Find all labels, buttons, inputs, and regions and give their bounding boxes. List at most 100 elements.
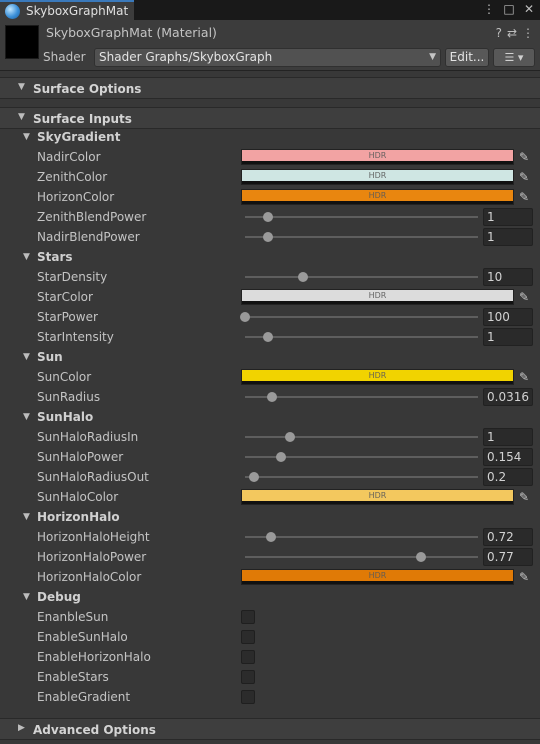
more-icon[interactable]: ⋮ [482, 2, 496, 17]
color-field[interactable]: HDR [241, 489, 514, 505]
property-label: SunHaloRadiusOut [37, 470, 149, 484]
property-label: StarPower [37, 310, 98, 324]
property-label: StarIntensity [37, 330, 114, 344]
alpha-bar [242, 501, 513, 504]
slider-track[interactable] [245, 216, 478, 218]
slider-handle[interactable] [263, 332, 274, 342]
list-menu-button[interactable]: ☰ ▾ [493, 48, 535, 67]
category-horizonhalo[interactable]: ▼ HorizonHalo [0, 507, 540, 527]
value-field[interactable]: 0.72 [483, 528, 533, 546]
eyedropper-icon[interactable]: ✎ [516, 189, 532, 205]
value-field[interactable]: 0.77 [483, 548, 533, 566]
category-sunhalo[interactable]: ▼ SunHalo [0, 407, 540, 427]
property-row-horizon-halo-color: HorizonHaloColor HDR ✎ [0, 567, 540, 587]
slider-handle[interactable] [249, 472, 260, 482]
slider-handle[interactable] [285, 432, 296, 442]
value-field[interactable]: 10 [483, 268, 533, 286]
slider-handle[interactable] [298, 272, 309, 282]
material-sphere-icon [5, 3, 20, 19]
slider-track[interactable] [245, 536, 478, 538]
inspector-tab[interactable]: SkyboxGraphMat [0, 0, 134, 20]
eyedropper-icon[interactable]: ✎ [516, 289, 532, 305]
more-icon[interactable]: ⋮ [522, 26, 534, 40]
help-icon[interactable]: ? [496, 26, 502, 40]
preset-icon[interactable]: ⇄ [507, 26, 517, 40]
maximize-icon[interactable]: □ [502, 2, 516, 17]
slider-handle[interactable] [263, 212, 274, 222]
toggle-checkbox[interactable] [241, 650, 255, 664]
category-stars[interactable]: ▼ Stars [0, 247, 540, 267]
color-field[interactable]: HDR [241, 189, 514, 205]
property-label: StarColor [37, 290, 93, 304]
slider-handle[interactable] [240, 312, 250, 322]
foldout-label: Advanced Options [33, 723, 156, 737]
slider-handle[interactable] [263, 232, 274, 242]
slider-handle[interactable] [265, 532, 276, 542]
value-field[interactable]: 0.2 [483, 468, 533, 486]
slider-track[interactable] [245, 476, 478, 478]
slider-handle[interactable] [266, 392, 277, 402]
toggle-checkbox[interactable] [241, 690, 255, 704]
value-field[interactable]: 1 [483, 328, 533, 346]
color-field[interactable]: HDR [241, 369, 514, 385]
value-field[interactable]: 100 [483, 308, 533, 326]
eyedropper-icon[interactable]: ✎ [516, 369, 532, 385]
foldout-collapsed-icon: ▶ [18, 723, 25, 733]
category-skygradient[interactable]: ▼ SkyGradient [0, 127, 540, 147]
category-debug[interactable]: ▼ Debug [0, 587, 540, 607]
category-label: SkyGradient [37, 130, 121, 144]
property-label: HorizonColor [37, 190, 115, 204]
property-row-star-color: StarColor HDR ✎ [0, 287, 540, 307]
slider-handle[interactable] [276, 452, 287, 462]
foldout-expanded-icon: ▼ [23, 252, 30, 262]
foldout-advanced-options[interactable]: ▶ Advanced Options [0, 718, 540, 740]
property-label: HorizonHaloColor [37, 570, 142, 584]
property-row-nadir-color: NadirColor HDR ✎ [0, 147, 540, 167]
property-row-sun-halo-radius-in: SunHaloRadiusIn 1 [0, 427, 540, 447]
value-field[interactable]: 0.154 [483, 448, 533, 466]
eyedropper-icon[interactable]: ✎ [516, 569, 532, 585]
color-field[interactable]: HDR [241, 289, 514, 305]
eyedropper-icon[interactable]: ✎ [516, 489, 532, 505]
color-field[interactable]: HDR [241, 169, 514, 185]
property-row-sun-color: SunColor HDR ✎ [0, 367, 540, 387]
slider-track[interactable] [245, 236, 478, 238]
property-label: ZenithColor [37, 170, 108, 184]
property-row-enanble-sun: EnanbleSun [0, 607, 540, 627]
slider-track[interactable] [245, 336, 478, 338]
alpha-bar [242, 301, 513, 304]
category-sun[interactable]: ▼ Sun [0, 347, 540, 367]
property-label: EnanbleSun [37, 610, 109, 624]
slider-handle[interactable] [415, 552, 426, 562]
toggle-checkbox[interactable] [241, 610, 255, 624]
color-field[interactable]: HDR [241, 149, 514, 165]
eyedropper-icon[interactable]: ✎ [516, 149, 532, 165]
toggle-checkbox[interactable] [241, 670, 255, 684]
value-field[interactable]: 1 [483, 208, 533, 226]
color-field[interactable]: HDR [241, 569, 514, 585]
slider-track[interactable] [245, 316, 478, 318]
shader-dropdown[interactable]: Shader Graphs/SkyboxGraph ▼ [94, 48, 441, 67]
value-field[interactable]: 1 [483, 228, 533, 246]
category-label: HorizonHalo [37, 510, 120, 524]
toggle-checkbox[interactable] [241, 630, 255, 644]
value-field[interactable]: 1 [483, 428, 533, 446]
slider-track[interactable] [245, 276, 478, 278]
slider-track[interactable] [245, 556, 478, 558]
property-row-sun-halo-color: SunHaloColor HDR ✎ [0, 487, 540, 507]
edit-shader-button[interactable]: Edit... [445, 48, 489, 67]
category-label: Sun [37, 350, 63, 364]
foldout-surface-inputs[interactable]: ▼ Surface Inputs [0, 107, 540, 129]
close-icon[interactable]: ✕ [522, 2, 536, 17]
property-label: HorizonHaloHeight [37, 530, 150, 544]
eyedropper-icon[interactable]: ✎ [516, 169, 532, 185]
property-row-enable-gradient: EnableGradient [0, 687, 540, 707]
slider-track[interactable] [245, 396, 478, 398]
property-row-zenith-blend-power: ZenithBlendPower 1 [0, 207, 540, 227]
value-field[interactable]: 0.0316 [483, 388, 533, 406]
foldout-expanded-icon: ▼ [23, 592, 30, 602]
header-icons: ? ⇄ ⋮ [496, 26, 534, 40]
chevron-down-icon: ▼ [429, 52, 436, 62]
foldout-surface-options[interactable]: ▼ Surface Options [0, 77, 540, 99]
slider-track[interactable] [245, 436, 478, 438]
